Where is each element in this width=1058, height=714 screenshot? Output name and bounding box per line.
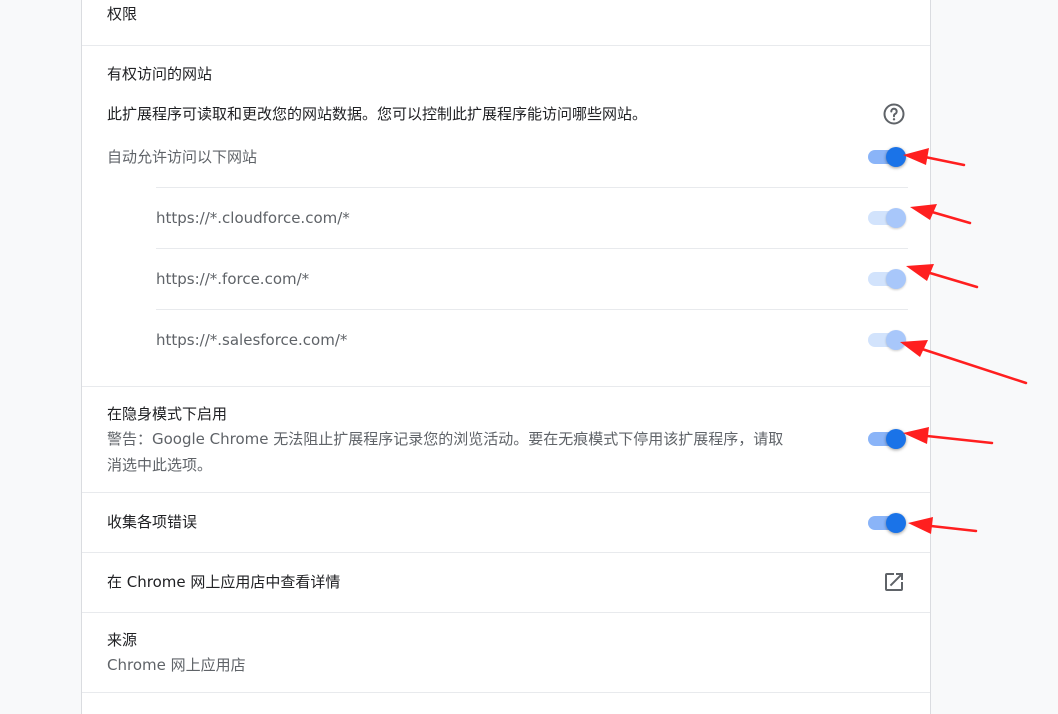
help-circle-icon[interactable] — [882, 102, 906, 126]
site-access-description: 此扩展程序可读取和更改您的网站数据。您可以控制此扩展程序能访问哪些网站。 — [107, 105, 648, 123]
divider — [82, 612, 930, 613]
auto-allow-toggle[interactable] — [866, 146, 906, 167]
divider — [82, 492, 930, 493]
toggle-knob — [886, 147, 906, 167]
site-toggle-force[interactable] — [866, 268, 906, 289]
source-value: Chrome 网上应用店 — [107, 656, 246, 674]
incognito-title: 在隐身模式下启用 — [107, 405, 228, 423]
site-toggle-salesforce[interactable] — [866, 329, 906, 350]
incognito-warning-line2: 消选中此选项。 — [107, 456, 213, 474]
collect-errors-label: 收集各项错误 — [107, 513, 198, 531]
divider — [82, 692, 930, 693]
site-url-cloudforce: https://*.cloudforce.com/* — [156, 209, 350, 227]
site-url-salesforce: https://*.salesforce.com/* — [156, 331, 348, 349]
site-access-heading: 有权访问的网站 — [107, 65, 213, 83]
site-url-force: https://*.force.com/* — [156, 270, 310, 288]
incognito-toggle[interactable] — [866, 428, 906, 449]
divider — [82, 552, 930, 553]
auto-allow-label: 自动允许访问以下网站 — [107, 148, 258, 166]
webstore-link-label[interactable]: 在 Chrome 网上应用店中查看详情 — [107, 572, 340, 592]
incognito-warning-line1: 警告：Google Chrome 无法阻止扩展程序记录您的浏览活动。要在无痕模式… — [107, 430, 784, 448]
toggle-knob — [886, 208, 906, 228]
toggle-knob — [886, 330, 906, 350]
open-in-new-icon[interactable] — [882, 570, 906, 594]
divider — [156, 248, 908, 249]
collect-errors-toggle[interactable] — [866, 512, 906, 533]
divider — [156, 309, 908, 310]
toggle-knob — [886, 513, 906, 533]
divider — [82, 45, 930, 46]
toggle-knob — [886, 269, 906, 289]
toggle-knob — [886, 429, 906, 449]
permissions-heading: 权限 — [107, 5, 138, 23]
divider — [156, 187, 908, 188]
extension-details-card: 权限 有权访问的网站 此扩展程序可读取和更改您的网站数据。您可以控制此扩展程序能… — [81, 0, 931, 714]
site-toggle-cloudforce[interactable] — [866, 207, 906, 228]
source-title: 来源 — [107, 631, 138, 649]
divider — [82, 386, 930, 387]
